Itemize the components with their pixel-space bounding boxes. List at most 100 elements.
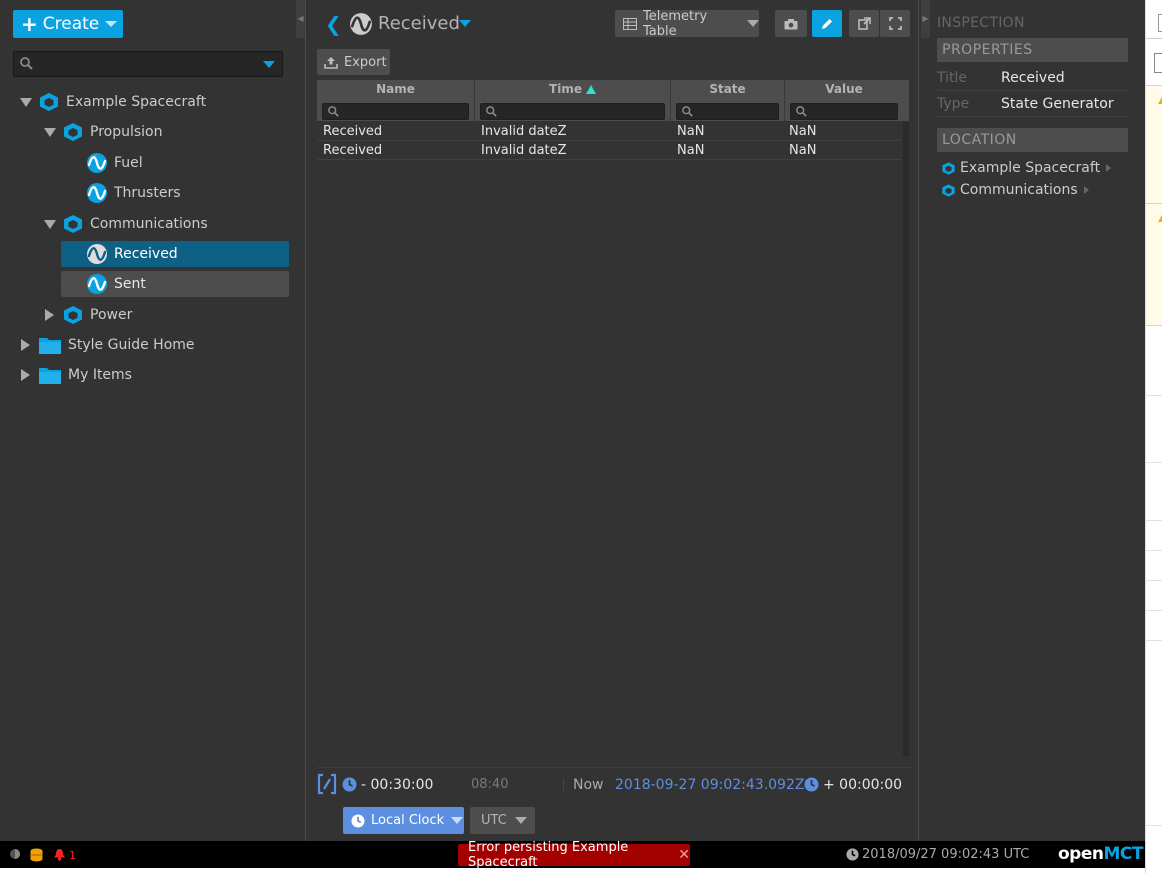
cell-time: Invalid dateZ xyxy=(481,143,567,158)
location-item-communications[interactable]: Communications xyxy=(941,180,1089,200)
timezone-selector[interactable]: UTC xyxy=(470,807,535,834)
back-arrow-icon[interactable]: ❮ xyxy=(325,12,342,36)
clock-selector-button[interactable]: Local Clock xyxy=(343,807,464,834)
pencil-icon xyxy=(820,17,834,31)
time-axis-tick: 08:40 xyxy=(471,777,509,792)
fullscreen-button[interactable] xyxy=(880,10,910,37)
window-bottom-edge xyxy=(0,868,1145,873)
collapse-left-pane-icon[interactable]: ◀ xyxy=(296,0,305,38)
tree-item-label: Sent xyxy=(114,276,146,292)
chevron-down-icon xyxy=(105,21,118,27)
column-header-label: Value xyxy=(825,82,863,96)
tree-item-communications[interactable]: Communications xyxy=(44,211,208,237)
tree-item-sent[interactable]: Sent xyxy=(61,271,289,297)
collapsed-arrow-icon[interactable] xyxy=(21,339,30,351)
status-clock-text: 2018/09/27 09:02:43 UTC xyxy=(862,847,1030,862)
connection-status-icon[interactable] xyxy=(9,848,21,864)
table-body: Received Invalid dateZ NaN NaN Received … xyxy=(317,122,901,756)
left-pane-splitter[interactable]: ◀ xyxy=(294,0,306,841)
expanded-arrow-icon[interactable] xyxy=(44,127,56,137)
now-label: Now xyxy=(573,777,604,793)
column-header-state[interactable]: State xyxy=(671,80,785,121)
time-axis-separator xyxy=(563,778,564,792)
column-filter-input[interactable] xyxy=(809,105,894,118)
telemetry-icon xyxy=(86,152,108,174)
time-conductor-divider xyxy=(317,767,911,768)
create-button[interactable]: + Create xyxy=(13,10,123,38)
column-filter-time xyxy=(480,103,665,120)
search-icon xyxy=(328,106,339,121)
tree-item-label: Thrusters xyxy=(114,185,181,201)
tree-item-label: Fuel xyxy=(114,155,143,171)
cell-name: Received xyxy=(323,143,383,158)
column-filter-input[interactable] xyxy=(695,105,776,118)
expanded-arrow-icon[interactable] xyxy=(44,219,56,229)
timezone-label: UTC xyxy=(481,813,507,828)
folder-cube-icon xyxy=(62,304,84,326)
tree-item-label: Propulsion xyxy=(90,124,163,140)
column-filter-state xyxy=(676,103,779,120)
folder-icon xyxy=(38,335,62,355)
tree-item-received[interactable]: Received xyxy=(61,241,289,267)
tree-item-thrusters[interactable]: Thrusters xyxy=(80,180,181,206)
camera-icon xyxy=(784,18,798,30)
cell-state: NaN xyxy=(677,143,705,158)
tree-search xyxy=(13,51,283,77)
search-icon xyxy=(20,57,33,74)
table-row[interactable]: Received Invalid dateZ NaN NaN xyxy=(317,122,901,141)
clock-selector-label: Local Clock xyxy=(371,813,445,828)
view-switcher[interactable]: Telemetry Table xyxy=(615,9,759,39)
location-item-example-spacecraft[interactable]: Example Spacecraft xyxy=(941,158,1112,178)
column-header-value[interactable]: Value xyxy=(785,80,903,121)
object-title[interactable]: Received xyxy=(378,13,460,34)
database-icon[interactable] xyxy=(30,848,43,866)
column-header-label: State xyxy=(709,82,746,96)
property-row-type: Type State Generator xyxy=(937,91,1128,117)
breadcrumb-arrow-icon xyxy=(1106,164,1112,172)
background-window-edge xyxy=(1145,0,1162,873)
now-timestamp: 2018-09-27 09:02:43.092Z xyxy=(615,777,805,793)
tree-item-label: Received xyxy=(114,246,178,262)
create-button-label: Create xyxy=(42,14,100,34)
column-filter-input[interactable] xyxy=(341,105,457,118)
collapse-inspector-icon[interactable]: ▶ xyxy=(921,0,930,38)
start-offset[interactable]: - 00:30:00 xyxy=(361,777,433,793)
notebook-snapshot-button[interactable] xyxy=(775,10,807,37)
object-menu-chevron-icon[interactable] xyxy=(459,20,471,27)
telemetry-icon xyxy=(86,182,108,204)
collapsed-arrow-icon[interactable] xyxy=(21,369,30,381)
tree-item-example-spacecraft[interactable]: Example Spacecraft xyxy=(20,89,206,115)
close-icon[interactable]: ✕ xyxy=(678,847,690,863)
search-icon xyxy=(682,106,693,121)
tree-item-my-items[interactable]: My Items xyxy=(21,362,132,388)
bell-icon[interactable] xyxy=(53,848,66,865)
inspector-splitter[interactable]: ▶ xyxy=(918,0,931,841)
tree-item-style-guide-home[interactable]: Style Guide Home xyxy=(21,332,195,358)
openmct-logo[interactable]: openMCT xyxy=(1058,844,1143,864)
expand-icon xyxy=(888,17,902,30)
export-button-label: Export xyxy=(344,54,387,70)
column-header-name[interactable]: Name xyxy=(317,80,475,121)
edit-button[interactable] xyxy=(812,10,842,37)
search-options-dropdown-icon[interactable] xyxy=(263,61,275,68)
expanded-arrow-icon[interactable] xyxy=(20,97,32,107)
end-offset[interactable]: + 00:00:00 xyxy=(823,777,902,793)
tree-search-input[interactable] xyxy=(40,55,260,73)
tree-item-power[interactable]: Power xyxy=(45,302,132,328)
status-clock: 2018/09/27 09:02:43 UTC xyxy=(846,847,1029,862)
tree-item-propulsion[interactable]: Propulsion xyxy=(44,119,162,145)
clock-icon xyxy=(342,777,357,796)
export-button[interactable]: Export xyxy=(317,49,390,75)
column-header-time[interactable]: Time xyxy=(475,80,671,121)
error-notification[interactable]: Error persisting Example Spacecraft ✕ xyxy=(458,840,690,870)
error-message: Error persisting Example Spacecraft xyxy=(468,840,629,870)
clock-icon xyxy=(351,813,371,828)
table-scrollbar[interactable] xyxy=(903,122,909,756)
realtime-mode-icon[interactable] xyxy=(317,773,337,799)
open-new-window-button[interactable] xyxy=(849,10,879,37)
collapsed-arrow-icon[interactable] xyxy=(45,309,54,321)
table-row[interactable]: Received Invalid dateZ NaN NaN xyxy=(317,141,901,160)
column-filter-value xyxy=(790,103,898,120)
column-filter-input[interactable] xyxy=(499,105,646,118)
tree-item-fuel[interactable]: Fuel xyxy=(80,150,143,176)
